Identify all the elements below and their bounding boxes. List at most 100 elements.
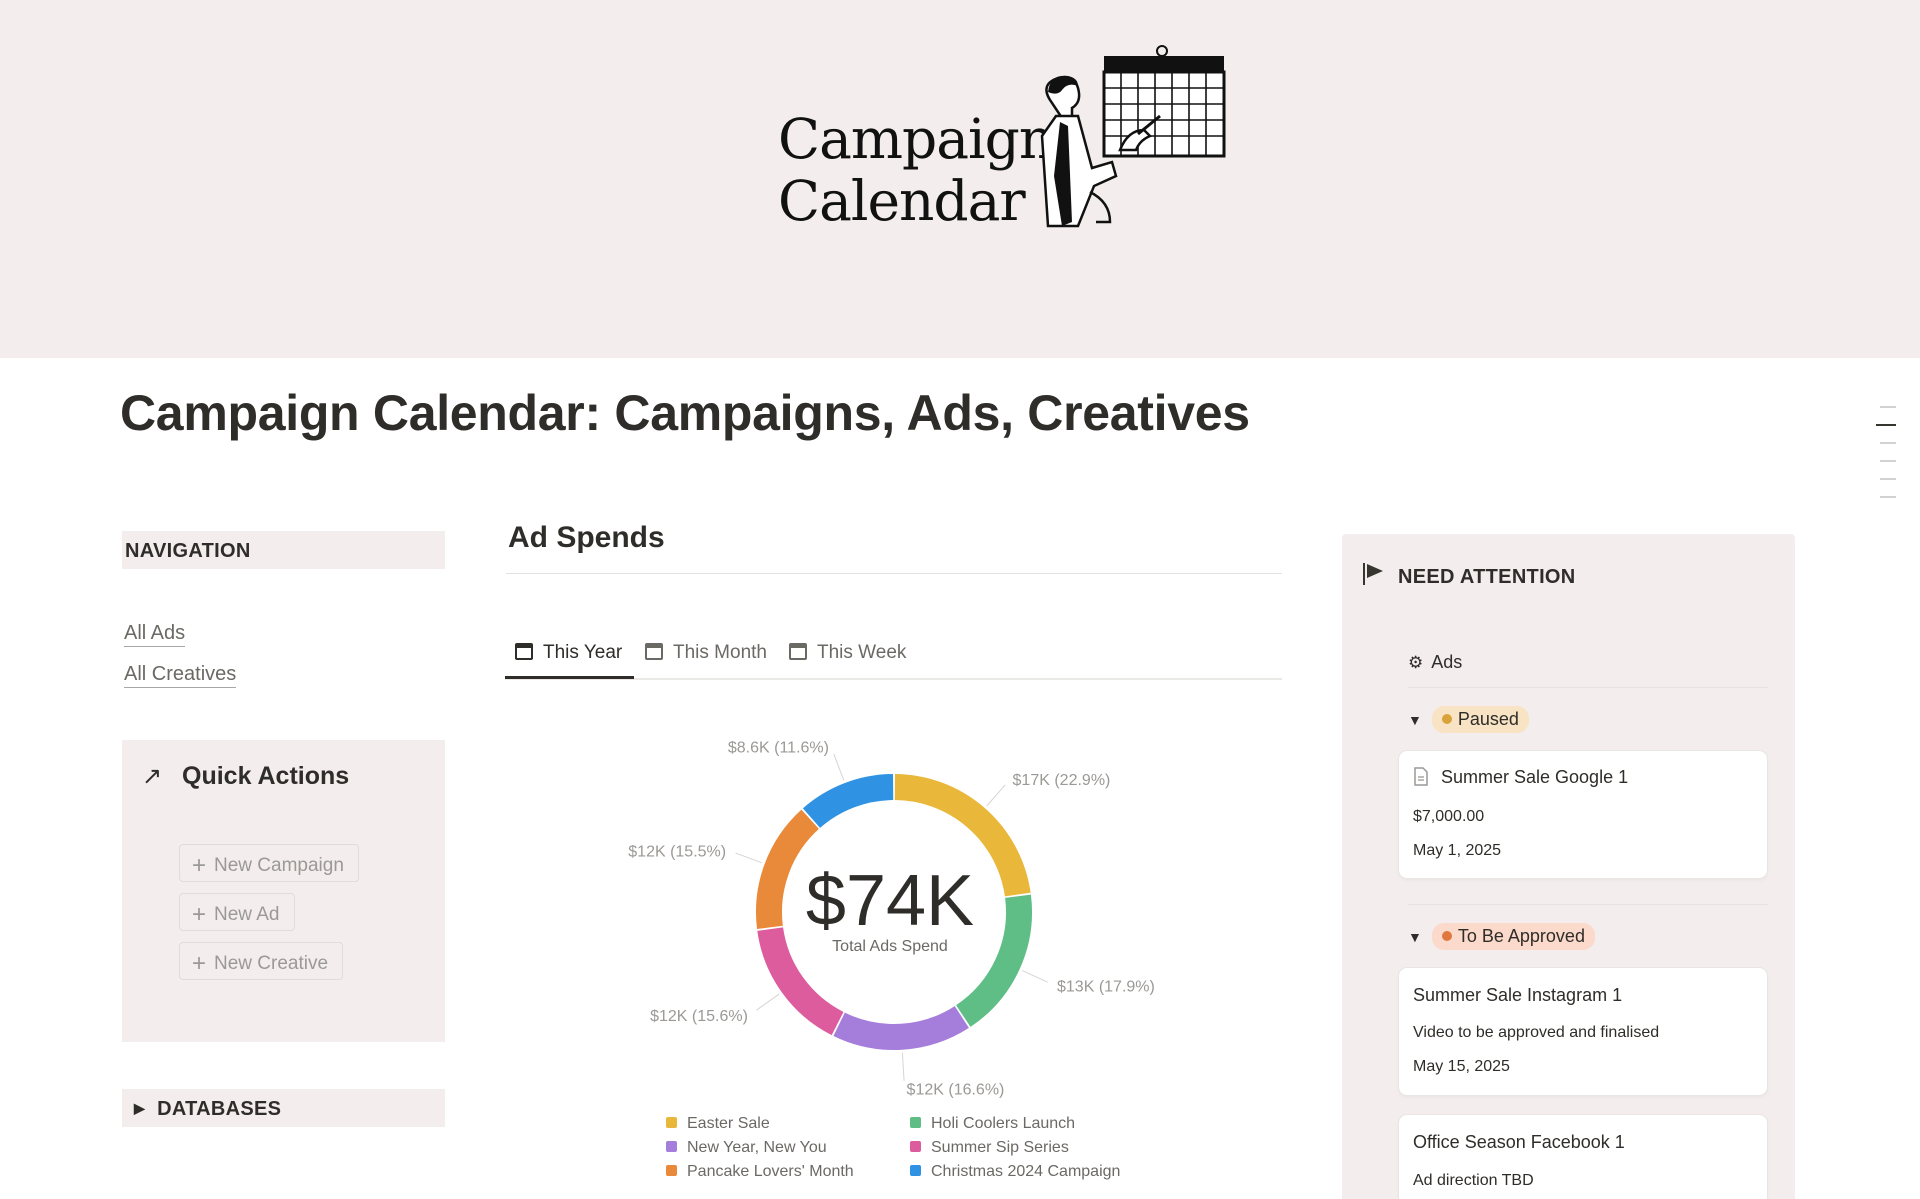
databases-toggle[interactable]: ▶ DATABASES xyxy=(122,1089,445,1127)
donut-data-label-5: $8.6K (11.6%) xyxy=(728,740,829,757)
donut-data-label-0: $17K (22.9%) xyxy=(1013,772,1111,789)
all-creatives-link[interactable]: All Creatives xyxy=(124,661,237,688)
divider xyxy=(1408,904,1768,905)
status-badge-label: Paused xyxy=(1457,709,1519,729)
legend-swatch xyxy=(910,1141,921,1152)
legend-swatch xyxy=(910,1117,921,1128)
ad-card[interactable]: Summer Sale Google 1 $7,000.00 May 1, 20… xyxy=(1399,751,1767,878)
total-spend-value: $74K xyxy=(805,861,975,941)
need-attention-heading: NEED ATTENTION xyxy=(1362,562,1576,592)
toc-item[interactable] xyxy=(1880,496,1896,498)
table-of-contents[interactable] xyxy=(1876,406,1896,514)
status-dot xyxy=(1441,931,1452,941)
ad-card[interactable]: Office Season Facebook 1 Ad direction TB… xyxy=(1399,1115,1767,1199)
arrow-up-right-icon: ↗ xyxy=(142,763,163,790)
legend-label: New Year, New You xyxy=(687,1139,827,1156)
legend-label: Christmas 2024 Campaign xyxy=(931,1163,1121,1180)
all-ads-link[interactable]: All Ads xyxy=(124,620,186,647)
donut-leader-line-5 xyxy=(833,753,845,781)
ad-card-title-text: Summer Sale Google 1 xyxy=(1441,767,1629,787)
tab-this-week-label: This Week xyxy=(817,642,907,663)
page-icon xyxy=(1414,767,1428,786)
gears-icon: ⚙ xyxy=(1408,653,1424,672)
need-attention-title: NEED ATTENTION xyxy=(1398,566,1576,588)
legend-label: Holi Coolers Launch xyxy=(931,1115,1076,1132)
ad-spends-tabs: This Year This Month This Week xyxy=(505,636,1282,680)
legend-item: Summer Sip Series xyxy=(910,1139,1069,1157)
legend-item: Holi Coolers Launch xyxy=(910,1115,1075,1133)
tab-this-month-label: This Month xyxy=(673,642,767,663)
ad-card-date: May 15, 2025 xyxy=(1413,1058,1510,1075)
toc-item[interactable] xyxy=(1880,406,1896,408)
new-ad-label: New Ad xyxy=(214,904,280,925)
toc-item-active[interactable] xyxy=(1876,424,1896,426)
tab-this-year-label: This Year xyxy=(543,642,623,663)
ad-card-amount: $7,000.00 xyxy=(1413,808,1485,825)
quick-actions-title: Quick Actions xyxy=(182,762,350,790)
triangle-right-icon: ▶ xyxy=(134,1100,146,1116)
donut-data-label-2: $12K (16.6%) xyxy=(907,1082,1005,1099)
tab-ads[interactable]: ⚙ Ads xyxy=(1408,644,1768,688)
toc-item[interactable] xyxy=(1880,478,1896,480)
ad-card-note: Ad direction TBD xyxy=(1413,1172,1534,1189)
toc-item[interactable] xyxy=(1880,442,1896,444)
active-tab-indicator xyxy=(505,676,634,679)
legend-swatch xyxy=(910,1165,921,1176)
legend-item: Christmas 2024 Campaign xyxy=(910,1163,1120,1181)
status-badge-label: To Be Approved xyxy=(1457,926,1585,946)
legend-swatch xyxy=(666,1117,677,1128)
cover-title-line1: Campaign xyxy=(778,107,1054,171)
cover-title: Campaign Calendar xyxy=(778,107,1054,233)
tab-ads-label: Ads xyxy=(1431,652,1463,672)
donut-data-label-1: $13K (17.9%) xyxy=(1057,979,1155,996)
group-toggle-to-be-approved[interactable]: ▼ To Be Approved xyxy=(1408,923,1595,950)
donut-leader-line-2 xyxy=(901,1052,905,1081)
triangle-down-icon: ▼ xyxy=(1408,929,1422,945)
plus-icon: + xyxy=(192,950,207,977)
status-badge: Paused xyxy=(1431,706,1529,733)
cover-banner: Campaign Calendar xyxy=(0,0,1920,358)
legend-label: Pancake Lovers' Month xyxy=(687,1163,854,1180)
donut-leader-line-3 xyxy=(756,993,780,1011)
donut-data-label-3: $12K (15.6%) xyxy=(650,1008,748,1025)
ad-card-title: Office Season Facebook 1 xyxy=(1413,1132,1625,1152)
ad-spends-heading: Ad Spends xyxy=(508,521,665,554)
tab-this-month[interactable]: This Month xyxy=(645,642,767,664)
tab-this-year[interactable]: This Year xyxy=(515,642,622,664)
donut-slice-5[interactable] xyxy=(802,774,894,829)
status-dot xyxy=(1441,714,1452,724)
navigation-header: NAVIGATION xyxy=(122,531,445,569)
plus-icon: + xyxy=(192,852,207,879)
status-badge: To Be Approved xyxy=(1431,923,1595,950)
legend-item: Pancake Lovers' Month xyxy=(666,1163,854,1181)
legend-swatch xyxy=(666,1141,677,1152)
new-campaign-label: New Campaign xyxy=(214,855,344,876)
divider xyxy=(506,573,1282,574)
total-spend-label: Total Ads Spend xyxy=(832,938,948,955)
new-campaign-button[interactable]: + New Campaign xyxy=(179,844,359,882)
new-ad-button[interactable]: + New Ad xyxy=(179,893,295,931)
plus-icon: + xyxy=(192,901,207,928)
donut-leader-line-4 xyxy=(735,852,763,864)
ad-card-note: Video to be approved and finalised xyxy=(1413,1024,1660,1041)
donut-leader-line-1 xyxy=(1022,970,1048,983)
ad-card-title: Summer Sale Instagram 1 xyxy=(1413,985,1623,1005)
ad-card-date: May 1, 2025 xyxy=(1413,842,1502,859)
legend-swatch xyxy=(666,1165,677,1176)
calendar-illustration xyxy=(1040,45,1226,228)
ad-card[interactable]: Summer Sale Instagram 1 Video to be appr… xyxy=(1399,968,1767,1095)
cover-title-line2: Calendar xyxy=(778,169,1026,233)
calendar-icon xyxy=(789,643,807,660)
legend-item: New Year, New You xyxy=(666,1139,827,1157)
tab-this-week[interactable]: This Week xyxy=(789,642,906,664)
databases-title: DATABASES xyxy=(157,1098,282,1120)
legend-item: Easter Sale xyxy=(666,1115,770,1133)
flag-icon xyxy=(1362,562,1384,592)
group-toggle-paused[interactable]: ▼ Paused xyxy=(1408,706,1529,733)
toc-item[interactable] xyxy=(1880,460,1896,462)
legend-label: Easter Sale xyxy=(687,1115,770,1132)
ad-card-title: Summer Sale Google 1 xyxy=(1413,767,1628,788)
new-creative-label: New Creative xyxy=(214,953,329,974)
new-creative-button[interactable]: + New Creative xyxy=(179,942,344,980)
donut-slice-2[interactable] xyxy=(833,1005,969,1050)
